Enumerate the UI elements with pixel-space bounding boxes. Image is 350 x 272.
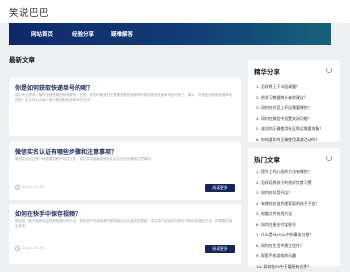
article-card: 微信实名认证有哪些步骤和注意事项？ 微信实名认证是一种重要的账户验证方式，本文将… — [9, 142, 241, 200]
article-date: 2022-11-30 — [15, 184, 44, 190]
section-title: 最新文章 — [9, 54, 241, 64]
article-title[interactable]: 你是如何获取快递单号的呢？ — [15, 83, 93, 92]
list-item[interactable]: 3. 如何在抖音开店？ — [256, 188, 336, 199]
top-bar: 笑说巴巴 — [0, 0, 350, 23]
article-excerpt: 微信实名认证是一种重要的账户验证方式，本文将详细阐述微信实名认证的步骤和注意事项… — [15, 157, 233, 162]
clock-icon — [15, 185, 20, 190]
read-more-button[interactable]: 阅读更多 — [205, 184, 235, 192]
nav-item-faq[interactable]: 疑难解答 — [111, 30, 133, 38]
list-item[interactable]: 1. 提升工作心态的方法有哪些？ — [256, 167, 336, 178]
main-nav: 网站首页 经验分享 疑难解答 — [9, 23, 331, 45]
article-title[interactable]: 如何在快手中保存视频？ — [15, 209, 81, 218]
refresh-icon[interactable] — [326, 67, 332, 73]
article-title[interactable]: 微信实名认证有哪些步骤和注意事项？ — [15, 147, 117, 156]
list-item[interactable]: 1. 怎样将上下半段调整？ — [256, 82, 336, 93]
refresh-icon[interactable] — [326, 155, 332, 161]
list-item[interactable]: 6. 如何注册支付宝账号 — [256, 220, 336, 231]
hot-panel: 热门文章 1. 提升工作心态的方法有哪些？ 2. 怎样培养孩子的良好饮食习惯 3… — [248, 148, 340, 266]
list-item[interactable]: 10. 如何在PS中下载所有文件？ — [256, 262, 336, 272]
list-item[interactable]: 3. 如何在抖音上开店需要哪些？ — [256, 103, 336, 114]
article-excerpt: 快手是一款非常受欢迎的短视频分享平台，很多用户在刷视频时都想保存自己喜欢的视频。… — [15, 219, 233, 229]
list-item[interactable]: 8. 如何在生活中建立信任？ — [256, 241, 336, 252]
list-item[interactable]: 2. 给学习数据统计者的建议？ — [256, 93, 336, 104]
list-item[interactable]: 7. 什么是MySQL中的事务与锁？ — [256, 230, 336, 241]
panel-title: 热门文章 — [254, 154, 280, 164]
clock-icon — [15, 246, 20, 251]
list-item[interactable]: 5. 该如何正确使用社区购买需要准备？ — [256, 124, 336, 135]
site-logo[interactable]: 笑说巴巴 — [9, 5, 49, 19]
article-date: 2022-11-30 — [15, 245, 44, 251]
list-item[interactable]: 2. 怎样培养孩子的良好饮食习惯 — [256, 178, 336, 189]
hot-list: 1. 提升工作心态的方法有哪些？ 2. 怎样培养孩子的良好饮食习惯 3. 如何在… — [256, 167, 336, 272]
list-item[interactable]: 4. 如何在微信中设置关闭功能？ — [256, 114, 336, 125]
article-column: 最新文章 你是如何获取快递单号的呢？ 我们专业提供、随时全程查看的物流服务。但是… — [9, 54, 241, 64]
list-item[interactable]: 4. 有哪些应该合理家庭的孩子子女？ — [256, 199, 336, 210]
panel-title: 精华分享 — [254, 66, 280, 76]
nav-item-home[interactable]: 网站首页 — [31, 30, 53, 38]
read-more-button[interactable]: 阅读更多 — [205, 245, 235, 253]
list-item[interactable]: 5. 电脑文件夹用方法 — [256, 209, 336, 220]
list-item[interactable]: 9. 探索手机游戏的乐趣 — [256, 251, 336, 262]
article-excerpt: 我们专业提供、随时全程查看的物流服务。但是，有的时候我们在需要查看快递单的时候却… — [15, 93, 233, 103]
article-card: 你是如何获取快递单号的呢？ 我们专业提供、随时全程查看的物流服务。但是，有的时候… — [9, 78, 241, 136]
article-card: 如何在快手中保存视频？ 快手是一款非常受欢迎的短视频分享平台，很多用户在刷视频时… — [9, 204, 241, 264]
list-item[interactable]: 6. 你知道如何正确使用满减活动吗？ — [256, 135, 336, 146]
recommended-panel: 精华分享 1. 怎样将上下半段调整？ 2. 给学习数据统计者的建议？ 3. 如何… — [248, 60, 340, 142]
recommended-list: 1. 怎样将上下半段调整？ 2. 给学习数据统计者的建议？ 3. 如何在抖音上开… — [256, 82, 336, 145]
nav-item-experience[interactable]: 经验分享 — [72, 30, 94, 38]
